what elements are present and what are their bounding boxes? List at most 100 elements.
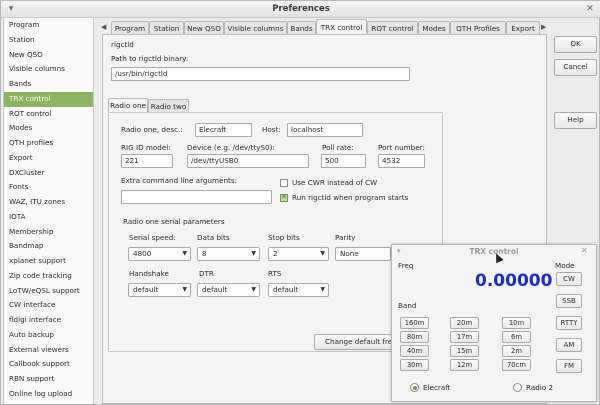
data-bits-label: Data bits	[197, 233, 230, 242]
tab-program[interactable]: Program	[111, 21, 149, 35]
tab-scroll-left-icon[interactable]: ◀	[101, 23, 106, 31]
sidebar-item-callbook-support[interactable]: Callbook support	[4, 357, 93, 372]
sidebar-item-qth-profiles[interactable]: QTH profiles	[4, 136, 93, 151]
extra-args-input[interactable]	[121, 190, 272, 204]
tab-bands[interactable]: Bands	[287, 21, 316, 35]
frequency-display: 0.00000	[475, 271, 553, 291]
tab-radio-one[interactable]: Radio one	[108, 98, 148, 113]
poll-rate-label: Poll rate:	[322, 143, 354, 152]
sidebar-item-fonts[interactable]: Fonts	[4, 180, 93, 195]
mode-fm-button[interactable]: FM	[556, 359, 582, 373]
desc-input[interactable]: Elecraft	[195, 123, 252, 137]
ok-button[interactable]: OK	[554, 36, 597, 53]
band-12m-button[interactable]: 12m	[450, 359, 479, 371]
sidebar-item-rbn-support[interactable]: RBN support	[4, 372, 93, 387]
band-2m-button[interactable]: 2m	[502, 345, 531, 357]
mode-cw-button[interactable]: CW	[556, 272, 582, 286]
band-70cm-button[interactable]: 70cm	[502, 359, 531, 371]
stop-bits-select[interactable]: 2 ▼	[268, 247, 329, 261]
tab-qth-profiles[interactable]: QTH Profiles	[450, 21, 506, 35]
help-button[interactable]: Help	[554, 112, 597, 129]
band-6m-button[interactable]: 6m	[502, 331, 531, 343]
sidebar-item-waz-itu-zones[interactable]: WAZ, ITU zones	[4, 195, 93, 210]
tab-radio-two[interactable]: Radio two	[148, 99, 189, 113]
band-20m-button[interactable]: 20m	[450, 317, 479, 329]
sidebar-item-dxcluster[interactable]: DXCluster	[4, 166, 93, 181]
run-rigctld-checkbox[interactable]	[280, 193, 288, 202]
tab-modes[interactable]: Modes	[418, 21, 450, 35]
device-input[interactable]: /dev/ttyUSB0	[187, 154, 309, 168]
handshake-value: default	[133, 285, 159, 294]
mode-am-button[interactable]: AM	[556, 338, 582, 352]
tab-trx-control[interactable]: TRX control	[316, 19, 367, 35]
sidebar-item-xplanet-support[interactable]: xplanet support	[4, 254, 93, 269]
window-menu-icon[interactable]: ▾	[5, 3, 17, 15]
radio2-radio[interactable]	[513, 383, 522, 392]
change-default-freq-button[interactable]: Change default freq	[314, 334, 394, 350]
sidebar-item-bands[interactable]: Bands	[4, 77, 93, 92]
sidebar-item-external-viewers[interactable]: External viewers	[4, 343, 93, 358]
dtr-select[interactable]: default ▼	[197, 283, 260, 297]
dtr-label: DTR	[199, 269, 214, 278]
serial-speed-select[interactable]: 4800 ▼	[128, 247, 191, 261]
sidebar-item-program[interactable]: Program	[4, 18, 93, 33]
sidebar-item-zip-code-tracking[interactable]: Zip code tracking	[4, 269, 93, 284]
parity-select[interactable]: None	[335, 247, 391, 261]
mode-label: Mode	[555, 261, 575, 270]
mode-ssb-button[interactable]: SSB	[556, 294, 582, 308]
mode-rtty-button[interactable]: RTTY	[556, 316, 582, 330]
handshake-select[interactable]: default ▼	[128, 283, 191, 297]
trx-control-window[interactable]: ▾ TRX control ✕ Freq 0.00000 Mode CW SSB…	[391, 244, 597, 402]
band-30m-button[interactable]: 30m	[400, 359, 429, 371]
close-icon[interactable]: ✕	[584, 3, 596, 15]
band-160m-button[interactable]: 160m	[400, 317, 429, 329]
sidebar-item-lotw-eqsl-support[interactable]: LoTW/eQSL support	[4, 284, 93, 299]
band-10m-button[interactable]: 10m	[502, 317, 531, 329]
extra-args-label: Extra command line arguments:	[121, 176, 237, 185]
sidebar-item-trx-control[interactable]: TRX control	[4, 91, 93, 107]
sidebar-item-visible-columns[interactable]: Visible columns	[4, 62, 93, 77]
poll-rate-input[interactable]: 500	[321, 154, 366, 168]
cancel-button[interactable]: Cancel	[554, 59, 597, 76]
sidebar-item-auto-backup[interactable]: Auto backup	[4, 328, 93, 343]
sidebar-item-export[interactable]: Export	[4, 151, 93, 166]
desc-label: Radio one, desc.:	[121, 125, 183, 134]
tab-rot-control[interactable]: ROT control	[367, 21, 418, 35]
band-40m-button[interactable]: 40m	[400, 345, 429, 357]
rts-select[interactable]: default ▼	[268, 283, 329, 297]
sidebar-item-cw-interface[interactable]: CW interface	[4, 298, 93, 313]
port-input[interactable]: 4532	[378, 154, 425, 168]
sidebar-item-membership[interactable]: Membership	[4, 225, 93, 240]
dtr-value: default	[202, 285, 228, 294]
port-label: Port number:	[378, 143, 425, 152]
parity-value: None	[340, 249, 359, 258]
serial-speed-label: Serial speed:	[129, 233, 176, 242]
sidebar-item-fldigi-interface[interactable]: fldigi interface	[4, 313, 93, 328]
host-input[interactable]: localhost	[287, 123, 363, 137]
chevron-down-icon: ▼	[251, 250, 256, 257]
sidebar-item-station[interactable]: Station	[4, 33, 93, 48]
radio1-radio[interactable]	[410, 383, 419, 392]
sidebar-item-iota[interactable]: IOTA	[4, 210, 93, 225]
window-title: Preferences	[272, 4, 330, 14]
rigctld-path-input[interactable]: /usr/bin/rigctld	[111, 67, 410, 81]
sidebar-item-bandmap[interactable]: Bandmap	[4, 239, 93, 254]
band-17m-button[interactable]: 17m	[450, 331, 479, 343]
band-15m-button[interactable]: 15m	[450, 345, 479, 357]
use-cwr-checkbox[interactable]	[280, 179, 288, 187]
tab-new-qso[interactable]: New QSO	[184, 21, 224, 35]
sidebar-item-new-qso[interactable]: New QSO	[4, 48, 93, 63]
sidebar-item-online-log-upload[interactable]: Online log upload	[4, 387, 93, 402]
sidebar-item-rot-control[interactable]: ROT control	[4, 107, 93, 122]
tab-visible-columns[interactable]: Visible columns	[224, 21, 287, 35]
sidebar-item-modes[interactable]: Modes	[4, 121, 93, 136]
close-icon[interactable]: ✕	[581, 246, 588, 255]
data-bits-select[interactable]: 8 ▼	[197, 247, 260, 261]
band-80m-button[interactable]: 80m	[400, 331, 429, 343]
sidebar: Program Station New QSO Visible columns …	[3, 18, 94, 404]
tab-export[interactable]: Export	[506, 21, 540, 35]
tab-station[interactable]: Station	[149, 21, 184, 35]
rig-id-input[interactable]: 221	[121, 154, 173, 168]
tab-scroll-right-icon[interactable]: ▶	[541, 23, 546, 31]
parity-label: Parity	[335, 233, 356, 242]
